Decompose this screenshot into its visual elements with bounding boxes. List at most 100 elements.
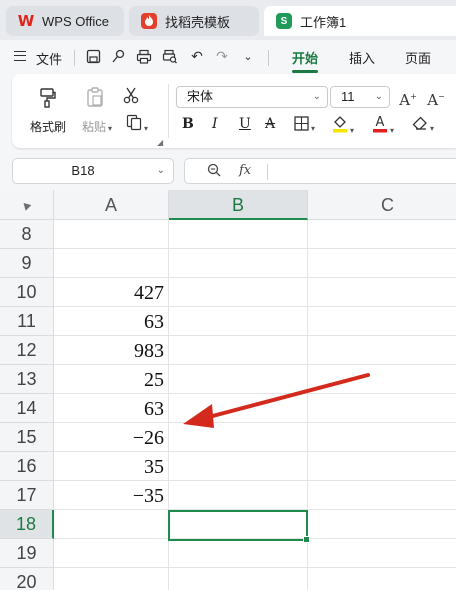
- cell-a19[interactable]: [54, 539, 169, 568]
- strikethrough-button[interactable]: A: [265, 116, 275, 132]
- cell-c16[interactable]: [308, 452, 456, 481]
- row-header[interactable]: 13: [0, 365, 54, 394]
- cell-b13[interactable]: [169, 365, 308, 394]
- cell-b17[interactable]: [169, 481, 308, 510]
- underline-button[interactable]: U: [239, 116, 251, 132]
- borders-button[interactable]: ▾: [294, 116, 330, 138]
- cell-a11[interactable]: 63: [54, 307, 169, 336]
- tab-page[interactable]: 页面: [405, 48, 431, 67]
- row-header[interactable]: 19: [0, 539, 54, 568]
- cell-b8[interactable]: [169, 220, 308, 249]
- cell-a13[interactable]: 25: [54, 365, 169, 394]
- row-header[interactable]: 8: [0, 220, 54, 249]
- cell-b19[interactable]: [169, 539, 308, 568]
- row-header[interactable]: 15: [0, 423, 54, 452]
- selected-cell-outline[interactable]: [168, 510, 310, 543]
- chevron-down-icon[interactable]: ⌄: [240, 49, 256, 65]
- tab-wps-office[interactable]: W WPS Office: [6, 6, 124, 36]
- row-header[interactable]: 17: [0, 481, 54, 510]
- cell-c13[interactable]: [308, 365, 456, 394]
- divider: [168, 84, 169, 138]
- column-header-a[interactable]: A: [54, 190, 169, 220]
- column-header-b[interactable]: B: [169, 190, 308, 220]
- cell-c8[interactable]: [308, 220, 456, 249]
- cell-b10[interactable]: [169, 278, 308, 307]
- cell-a8[interactable]: [54, 220, 169, 249]
- clipboard-launcher-icon[interactable]: ◢: [157, 138, 163, 147]
- cell-a12[interactable]: 983: [54, 336, 169, 365]
- spreadsheet-logo-icon: S: [276, 13, 292, 29]
- cell-a14[interactable]: 63: [54, 394, 169, 423]
- name-box[interactable]: B18 ⌄: [12, 158, 174, 184]
- cell-a20[interactable]: [54, 568, 169, 590]
- fill-color-button[interactable]: ▾: [332, 114, 370, 140]
- cell-b20[interactable]: [169, 568, 308, 590]
- cell-c15[interactable]: [308, 423, 456, 452]
- insert-function-button[interactable]: fx: [239, 163, 251, 178]
- cell-a16[interactable]: 35: [54, 452, 169, 481]
- cell-a10[interactable]: 427: [54, 278, 169, 307]
- row-header[interactable]: 11: [0, 307, 54, 336]
- cell-c20[interactable]: [308, 568, 456, 590]
- print-preview-icon[interactable]: [162, 49, 178, 65]
- cell-a9[interactable]: [54, 249, 169, 278]
- row-header[interactable]: 16: [0, 452, 54, 481]
- font-color-button[interactable]: A ▾: [372, 114, 408, 140]
- font-size-select[interactable]: 11 ⌄: [330, 86, 390, 108]
- clear-format-icon[interactable]: ▾: [412, 116, 448, 138]
- undo-icon[interactable]: ↶: [189, 49, 205, 65]
- tab-insert[interactable]: 插入: [349, 48, 375, 67]
- tab-home[interactable]: 开始: [292, 48, 319, 73]
- paste-icon[interactable]: [82, 86, 108, 112]
- row-header[interactable]: 18: [0, 510, 54, 539]
- italic-button[interactable]: I: [212, 116, 218, 132]
- redo-icon[interactable]: ↷: [214, 49, 230, 65]
- cell-b11[interactable]: [169, 307, 308, 336]
- cell-c19[interactable]: [308, 539, 456, 568]
- format-painter-button[interactable]: 格式刷: [28, 118, 68, 135]
- cell-a18[interactable]: [54, 510, 169, 539]
- cell-c14[interactable]: [308, 394, 456, 423]
- print-icon[interactable]: [136, 49, 152, 65]
- cell-c18[interactable]: [308, 510, 456, 539]
- decrease-font-size-icon[interactable]: A−: [426, 88, 446, 109]
- docer-logo-icon: [141, 13, 157, 29]
- cell-c12[interactable]: [308, 336, 456, 365]
- ribbon-panel: 格式刷 粘贴 ▾ ▾ ◢ 宋体 ⌄ 11 ⌄ A+ A− B I U A ▾ ▾…: [12, 74, 456, 148]
- format-painter-icon[interactable]: [34, 86, 60, 112]
- row-header[interactable]: 10: [0, 278, 54, 307]
- save-icon[interactable]: [85, 49, 101, 65]
- cell-a17[interactable]: −35: [54, 481, 169, 510]
- cell-b14[interactable]: [169, 394, 308, 423]
- file-menu[interactable]: 文件: [36, 49, 62, 68]
- cell-a15[interactable]: −26: [54, 423, 169, 452]
- paste-button[interactable]: 粘贴 ▾: [74, 118, 120, 135]
- row-header[interactable]: 9: [0, 249, 54, 278]
- cell-b12[interactable]: [169, 336, 308, 365]
- cell-b16[interactable]: [169, 452, 308, 481]
- chevron-down-icon: ⌄: [156, 165, 165, 176]
- increase-font-size-icon[interactable]: A+: [398, 88, 418, 109]
- cut-icon[interactable]: [120, 86, 142, 108]
- cell-c9[interactable]: [308, 249, 456, 278]
- column-header-c[interactable]: C: [308, 190, 456, 220]
- formula-input-area[interactable]: fx: [184, 158, 456, 184]
- cell-b9[interactable]: [169, 249, 308, 278]
- row-header[interactable]: 20: [0, 568, 54, 590]
- tab-docer-templates[interactable]: 找稻壳模板: [129, 6, 259, 36]
- font-name-select[interactable]: 宋体 ⌄: [176, 86, 328, 108]
- cell-c17[interactable]: [308, 481, 456, 510]
- spreadsheet-grid[interactable]: A B C 8 9 10 427 11 63 12 983 13 25 14 63 15 −26 16 35 1…: [0, 190, 456, 590]
- bold-button[interactable]: B: [182, 116, 194, 132]
- row-header[interactable]: 14: [0, 394, 54, 423]
- cell-b15[interactable]: [169, 423, 308, 452]
- copy-icon[interactable]: ▾: [120, 114, 154, 138]
- row-header[interactable]: 12: [0, 336, 54, 365]
- cell-c10[interactable]: [308, 278, 456, 307]
- zoom-icon[interactable]: [207, 163, 221, 181]
- export-icon[interactable]: [110, 49, 126, 65]
- select-all-corner[interactable]: [0, 190, 54, 220]
- tab-workbook[interactable]: S 工作簿1: [264, 6, 456, 36]
- cell-c11[interactable]: [308, 307, 456, 336]
- menu-icon[interactable]: [14, 51, 26, 61]
